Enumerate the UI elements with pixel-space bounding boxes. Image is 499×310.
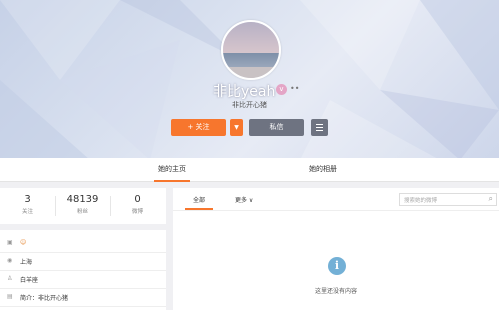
profile-username: 非比yeah [213, 84, 276, 100]
more-dots-icon[interactable]: •• [290, 84, 299, 93]
verified-badge-icon: v [276, 84, 287, 95]
stats-panel: 3 关注 48139 粉丝 0 微博 [0, 188, 166, 224]
stat-label: 关注 [21, 209, 33, 215]
menu-button[interactable] [311, 119, 328, 136]
intro-icon: ▤ [7, 293, 13, 300]
info-text: 白羊座 [20, 277, 39, 284]
feed-tab-all[interactable]: 全部 [184, 195, 214, 210]
info-row-intro: ▤ 简介：非比开心猪 [0, 288, 166, 307]
info-row-location: ◉ 上海 [0, 252, 166, 271]
feed-tab-bar: 全部 更多 ∨ 搜索她的微博 ⌕ [173, 188, 499, 211]
profile-bio: 非比开心猪 [232, 101, 267, 109]
profile-banner: 非比yeah v •• 非比开心猪 + 关注 ▼ 私信 [0, 0, 499, 160]
avatar[interactable] [221, 20, 281, 80]
empty-state-text: 这里还没有内容 [314, 288, 357, 295]
stat-label: 粉丝 [76, 209, 88, 215]
feed-search-input[interactable]: 搜索她的微博 ⌕ [399, 193, 497, 206]
stat-followers[interactable]: 48139 粉丝 [55, 194, 110, 215]
location-icon: ◉ [7, 257, 13, 264]
follow-options-button[interactable]: ▼ [230, 119, 243, 136]
info-row-sign: ♙ 白羊座 [0, 270, 166, 289]
info-text: ☺ [20, 239, 27, 246]
stat-value: 0 [134, 194, 141, 205]
stat-label: 微博 [131, 209, 143, 215]
id-card-icon: ▣ [7, 239, 13, 246]
stat-posts[interactable]: 0 微博 [110, 194, 165, 215]
feed-tab-more[interactable]: 更多 ∨ [235, 195, 253, 204]
stat-value: 3 [24, 194, 31, 205]
message-button[interactable]: 私信 [249, 119, 304, 136]
user-icon: ♙ [7, 275, 13, 282]
profile-info-panel: ▣ ☺ ◉ 上海 ♙ 白羊座 ▤ 简介：非比开心猪 [0, 230, 166, 310]
stat-following[interactable]: 3 关注 [0, 194, 55, 215]
feed-panel: 全部 更多 ∨ 搜索她的微博 ⌕ i 这里还没有内容 [173, 188, 499, 310]
search-placeholder: 搜索她的微博 [404, 198, 438, 204]
info-icon: i [328, 257, 346, 275]
follow-button[interactable]: + 关注 [171, 119, 226, 136]
info-text: 简介：非比开心猪 [20, 295, 69, 302]
tab-album[interactable]: 她的相册 [309, 164, 337, 174]
info-row-level: ▣ ☺ [0, 234, 166, 253]
info-text: 上海 [20, 259, 33, 266]
profile-tab-bar: 她的主页 她的相册 [0, 158, 499, 182]
tab-home[interactable]: 她的主页 [154, 164, 190, 182]
stat-value: 48139 [66, 194, 99, 205]
search-icon[interactable]: ⌕ [489, 194, 493, 204]
caret-down-icon: ▼ [234, 124, 239, 131]
